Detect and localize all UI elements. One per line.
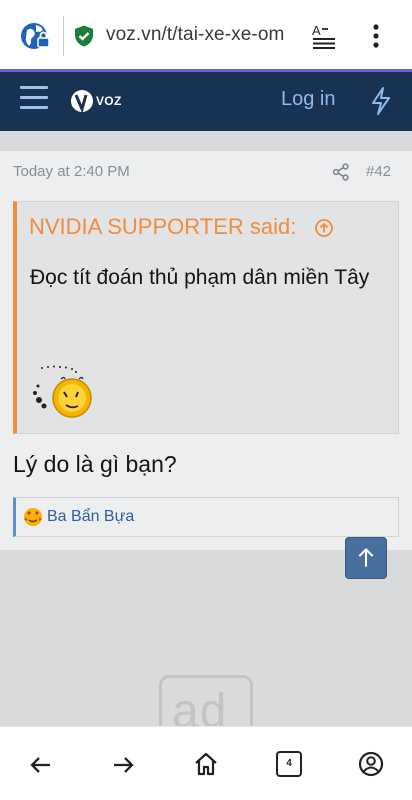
scroll-to-top-button[interactable] — [345, 537, 387, 579]
hamburger-icon[interactable] — [20, 86, 50, 114]
logo-text[interactable]: VOZ — [96, 94, 122, 108]
account-icon[interactable] — [358, 751, 384, 777]
love-reaction-icon — [24, 508, 42, 526]
reader-mode-icon[interactable]: A — [310, 22, 340, 52]
menu-icon[interactable] — [362, 20, 390, 52]
lock-icon[interactable] — [72, 24, 96, 48]
jump-to-quote-icon[interactable] — [314, 218, 334, 238]
login-link[interactable]: Log in — [281, 88, 336, 111]
quote-text: Đọc tít đoán thủ phạm dân miền Tây — [30, 266, 370, 289]
post-number[interactable]: #42 — [366, 163, 391, 180]
address-divider — [63, 16, 64, 56]
share-icon[interactable] — [331, 162, 351, 182]
site-header — [0, 72, 412, 131]
reaction-user[interactable]: Ba Bẩn Bựa — [47, 508, 134, 526]
post-body-text: Lý do là gì bạn? — [13, 451, 177, 477]
tabs-icon[interactable]: 4 — [276, 751, 302, 777]
forward-icon[interactable] — [110, 752, 136, 778]
quote-author[interactable]: NVIDIA SUPPORTER said: — [29, 214, 296, 240]
site-settings-icon[interactable] — [18, 18, 54, 54]
back-icon[interactable] — [28, 752, 54, 778]
smiley-emoji-icon — [33, 365, 92, 418]
post-timestamp[interactable]: Today at 2:40 PM — [13, 163, 130, 180]
home-icon[interactable] — [193, 751, 219, 777]
svg-text:A: A — [312, 23, 321, 38]
bolt-icon[interactable] — [368, 86, 394, 116]
url-field[interactable]: voz.vn/t/tai-xe-xe-om — [106, 24, 302, 50]
